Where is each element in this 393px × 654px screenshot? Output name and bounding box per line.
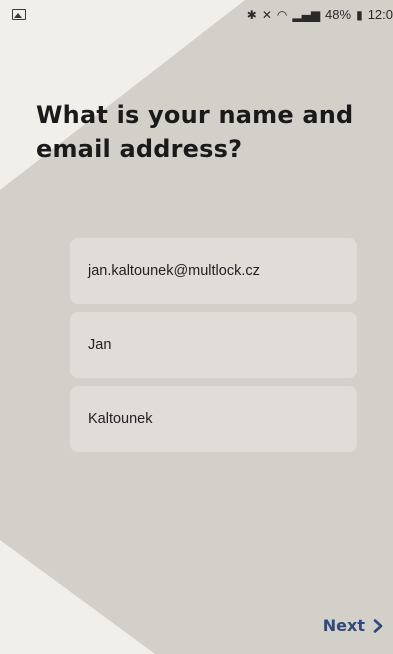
status-bar: ✱ ✕ ◠ ▂▄▆ 48% ▮ 12:0: [0, 0, 393, 30]
page-title: What is your name and email address?: [36, 101, 354, 163]
last-name-field[interactable]: Kaltounek: [70, 386, 357, 452]
mute-icon: ✕: [261, 7, 272, 22]
first-name-field[interactable]: Jan: [70, 312, 357, 378]
next-button[interactable]: Next: [323, 616, 383, 635]
image-notification-icon: [12, 9, 26, 20]
clock: 12:0: [367, 7, 393, 22]
battery-icon: ▮: [356, 7, 363, 22]
bluetooth-icon: ✱: [246, 7, 257, 22]
email-field[interactable]: jan.kaltounek@multlock.cz: [70, 238, 357, 304]
status-right: ✱ ✕ ◠ ▂▄▆ 48% ▮ 12:0: [247, 7, 393, 22]
battery-percent: 48%: [325, 7, 352, 22]
chevron-right-icon: [373, 618, 383, 633]
next-label: Next: [322, 616, 365, 635]
wifi-icon: ◠: [276, 7, 288, 22]
signal-icon: ▂▄▆: [292, 7, 321, 22]
screen: ✱ ✕ ◠ ▂▄▆ 48% ▮ 12:0 What is your name a…: [0, 0, 393, 654]
